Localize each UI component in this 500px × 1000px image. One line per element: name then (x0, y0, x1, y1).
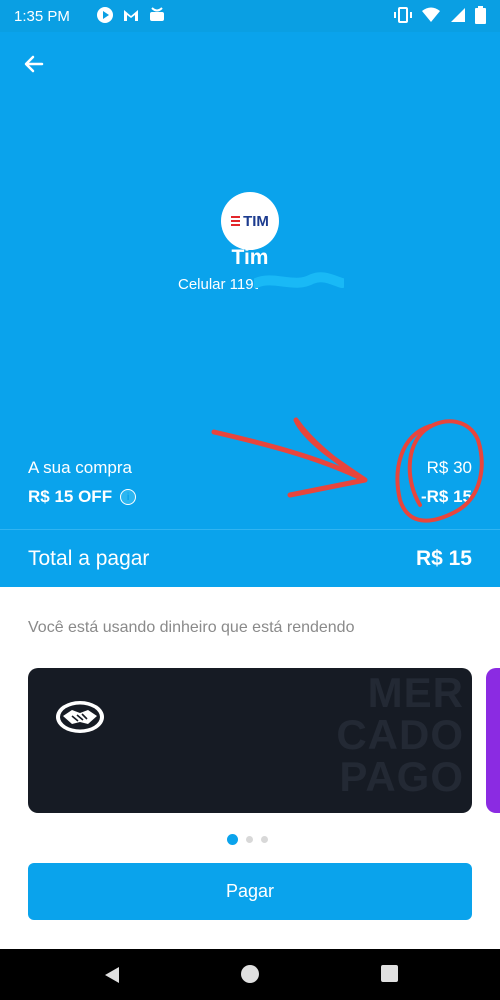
back-button[interactable] (20, 50, 48, 78)
purchase-value: R$ 30 (426, 458, 472, 477)
nav-back-icon[interactable] (103, 966, 121, 984)
redaction-scribble (254, 272, 344, 288)
pagination-dot[interactable] (246, 836, 253, 843)
phone-number-label: Celular 1195 (178, 276, 262, 293)
battery-icon (475, 6, 486, 24)
payment-method-sheet: Você está usando dinheiro que está rende… (0, 587, 500, 949)
operator-name: Tim (231, 246, 269, 269)
payment-source-info: Você está usando dinheiro que está rende… (28, 619, 355, 636)
purchase-label: A sua compra (28, 458, 132, 477)
arrow-left-icon (24, 55, 44, 73)
pagination-dot-active[interactable] (227, 834, 238, 845)
nav-home-icon[interactable] (241, 965, 259, 983)
vibrate-icon (394, 7, 412, 23)
total-value: R$ 15 (415, 547, 472, 570)
app-icon (150, 7, 164, 21)
pay-button[interactable]: Pagar (28, 863, 472, 920)
discount-label-text: R$ 15 OFF (28, 487, 113, 506)
status-bar: 1:35 PM (0, 0, 500, 32)
play-icon (97, 7, 113, 23)
total-bar: Total a pagar R$ 15 (0, 529, 500, 588)
android-navigation-bar (0, 949, 500, 1000)
status-right-icons (393, 6, 486, 24)
operator-logo: TIM (221, 192, 279, 250)
card-watermark-line: MER (367, 669, 464, 716)
card-watermark-line: CADO (336, 711, 464, 758)
payment-card-mercado-pago[interactable]: MER CADO PAGO (28, 668, 472, 813)
signal-icon (451, 8, 465, 22)
discount-value: -R$ 15 (420, 487, 472, 506)
status-time: 1:35 PM (14, 8, 70, 25)
status-left-icons (96, 6, 166, 24)
wifi-icon (422, 7, 440, 22)
operator-logo-text: TIM (243, 212, 269, 230)
card-watermark-line: PAGO (339, 753, 464, 800)
tim-lines-icon (231, 216, 241, 226)
next-payment-card[interactable] (486, 668, 500, 813)
card-pagination (227, 834, 268, 845)
pagination-dot[interactable] (261, 836, 268, 843)
nav-recents-icon[interactable] (381, 965, 398, 982)
card-watermark: MER CADO PAGO (336, 672, 464, 798)
info-icon[interactable]: i (120, 489, 137, 505)
total-label: Total a pagar (28, 547, 150, 570)
discount-label: R$ 15 OFF i (28, 487, 137, 507)
purchase-summary-header: TIM Tim Celular 1195 A sua compra R$ 15 … (0, 32, 500, 529)
handshake-icon (56, 701, 104, 733)
mail-icon (124, 10, 138, 21)
operator-logo-mark: TIM (231, 213, 269, 230)
